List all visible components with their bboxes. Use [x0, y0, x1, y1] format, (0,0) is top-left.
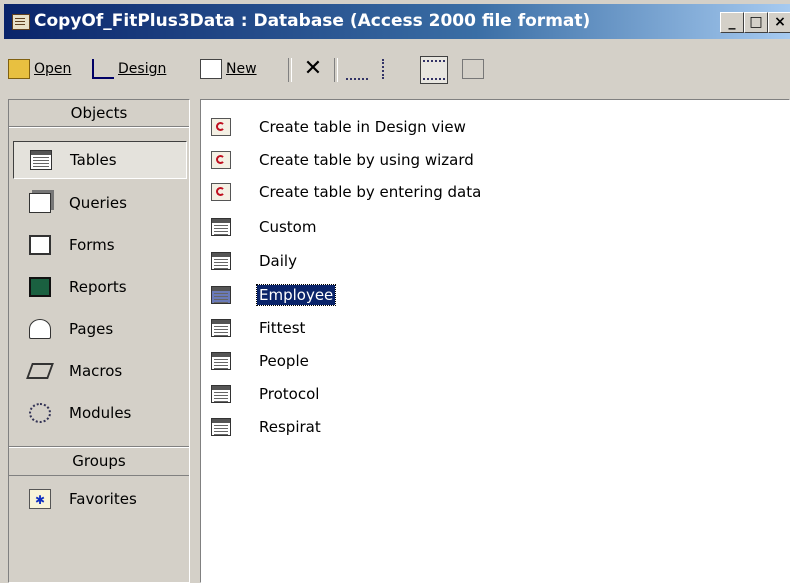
objects-header[interactable]: Objects	[9, 100, 189, 127]
favorites-icon: ✱	[29, 489, 51, 509]
wizard-shortcut-icon	[211, 183, 231, 201]
list-item-label: Daily	[259, 252, 297, 270]
design-icon	[92, 59, 114, 79]
window-title: CopyOf_FitPlus3Data : Database (Access 2…	[34, 11, 591, 31]
list-item[interactable]: Create table by using wizard	[211, 145, 476, 175]
table-icon	[211, 319, 231, 337]
table-icon	[30, 150, 52, 170]
table-icon	[211, 385, 231, 403]
open-label: Open	[34, 61, 72, 77]
sidebar-item-favorites[interactable]: ✱ Favorites	[13, 480, 187, 518]
table-icon	[211, 418, 231, 436]
sidebar-item-label: Tables	[70, 151, 117, 169]
small-icons-icon	[382, 59, 406, 79]
list-item[interactable]: Create table in Design view	[211, 112, 468, 142]
new-label: New	[226, 61, 257, 77]
query-icon	[29, 193, 51, 213]
form-icon	[29, 235, 51, 255]
details-view-button[interactable]	[462, 56, 484, 82]
objects-bar: Objects Tables Queries Forms Reports Pag…	[8, 99, 190, 583]
list-item-label: Respirat	[259, 418, 321, 436]
table-icon	[211, 252, 231, 270]
list-item-label: Custom	[259, 218, 317, 236]
groups-header[interactable]: Groups	[9, 446, 189, 476]
large-icons-button[interactable]	[346, 56, 368, 82]
module-icon	[29, 403, 51, 423]
sidebar-item-reports[interactable]: Reports	[13, 268, 187, 306]
large-icons-icon	[346, 58, 368, 80]
list-item-label: Create table in Design view	[259, 118, 466, 136]
list-item[interactable]: Create table by entering data	[211, 177, 483, 207]
page-icon	[29, 319, 51, 339]
sidebar-item-forms[interactable]: Forms	[13, 226, 187, 264]
design-button[interactable]: Design	[92, 56, 166, 82]
toolbar-separator	[288, 58, 292, 82]
list-item-label: Employee	[255, 284, 337, 306]
table-row[interactable]: Respirat	[211, 412, 323, 442]
sidebar-item-label: Forms	[69, 236, 115, 254]
delete-icon: ✕	[303, 56, 323, 81]
sidebar-item-queries[interactable]: Queries	[13, 184, 187, 222]
minimize-button[interactable]: _	[720, 12, 744, 33]
sidebar-item-macros[interactable]: Macros	[13, 352, 187, 390]
table-row[interactable]: Employee	[211, 280, 337, 310]
sidebar-item-pages[interactable]: Pages	[13, 310, 187, 348]
design-label: Design	[118, 61, 167, 77]
open-icon	[8, 59, 30, 79]
sidebar-item-label: Pages	[69, 320, 114, 338]
open-button[interactable]: Open	[8, 56, 71, 82]
list-item-label: Create table by entering data	[259, 183, 482, 201]
toolbar: Open Design New ✕	[4, 44, 790, 94]
wizard-shortcut-icon	[211, 151, 231, 169]
table-row[interactable]: Daily	[211, 246, 299, 276]
database-window: CopyOf_FitPlus3Data : Database (Access 2…	[0, 0, 790, 583]
report-icon	[29, 277, 51, 297]
table-row[interactable]: People	[211, 346, 311, 376]
list-item-label: Protocol	[259, 385, 320, 403]
title-bar[interactable]: CopyOf_FitPlus3Data : Database (Access 2…	[4, 4, 790, 39]
new-icon	[200, 59, 222, 79]
database-icon	[12, 14, 30, 30]
toolbar-separator	[334, 58, 338, 82]
macro-icon	[26, 363, 54, 379]
list-item-label: People	[259, 352, 309, 370]
sidebar-item-label: Favorites	[69, 490, 137, 508]
list-item-label: Create table by using wizard	[259, 151, 474, 169]
details-view-icon	[462, 59, 484, 79]
sidebar-item-label: Modules	[69, 404, 132, 422]
table-icon	[211, 352, 231, 370]
sidebar-item-label: Reports	[69, 278, 127, 296]
table-row[interactable]: Fittest	[211, 313, 307, 343]
delete-button[interactable]: ✕	[302, 56, 324, 82]
close-button[interactable]: ×	[768, 12, 790, 33]
small-icons-button[interactable]	[382, 56, 406, 82]
sidebar-item-label: Queries	[69, 194, 127, 212]
sidebar-item-tables[interactable]: Tables	[13, 141, 187, 179]
objects-list: Create table in Design view Create table…	[200, 99, 790, 583]
new-button[interactable]: New	[200, 56, 257, 82]
table-icon	[211, 286, 231, 304]
table-icon	[211, 218, 231, 236]
table-row[interactable]: Custom	[211, 212, 318, 242]
sidebar-item-label: Macros	[69, 362, 123, 380]
table-row[interactable]: Protocol	[211, 379, 321, 409]
sidebar-item-modules[interactable]: Modules	[13, 394, 187, 432]
wizard-shortcut-icon	[211, 118, 231, 136]
maximize-button[interactable]: □	[744, 12, 768, 33]
list-item-label: Fittest	[259, 319, 306, 337]
list-view-icon	[423, 60, 445, 80]
list-view-button[interactable]	[420, 56, 448, 84]
